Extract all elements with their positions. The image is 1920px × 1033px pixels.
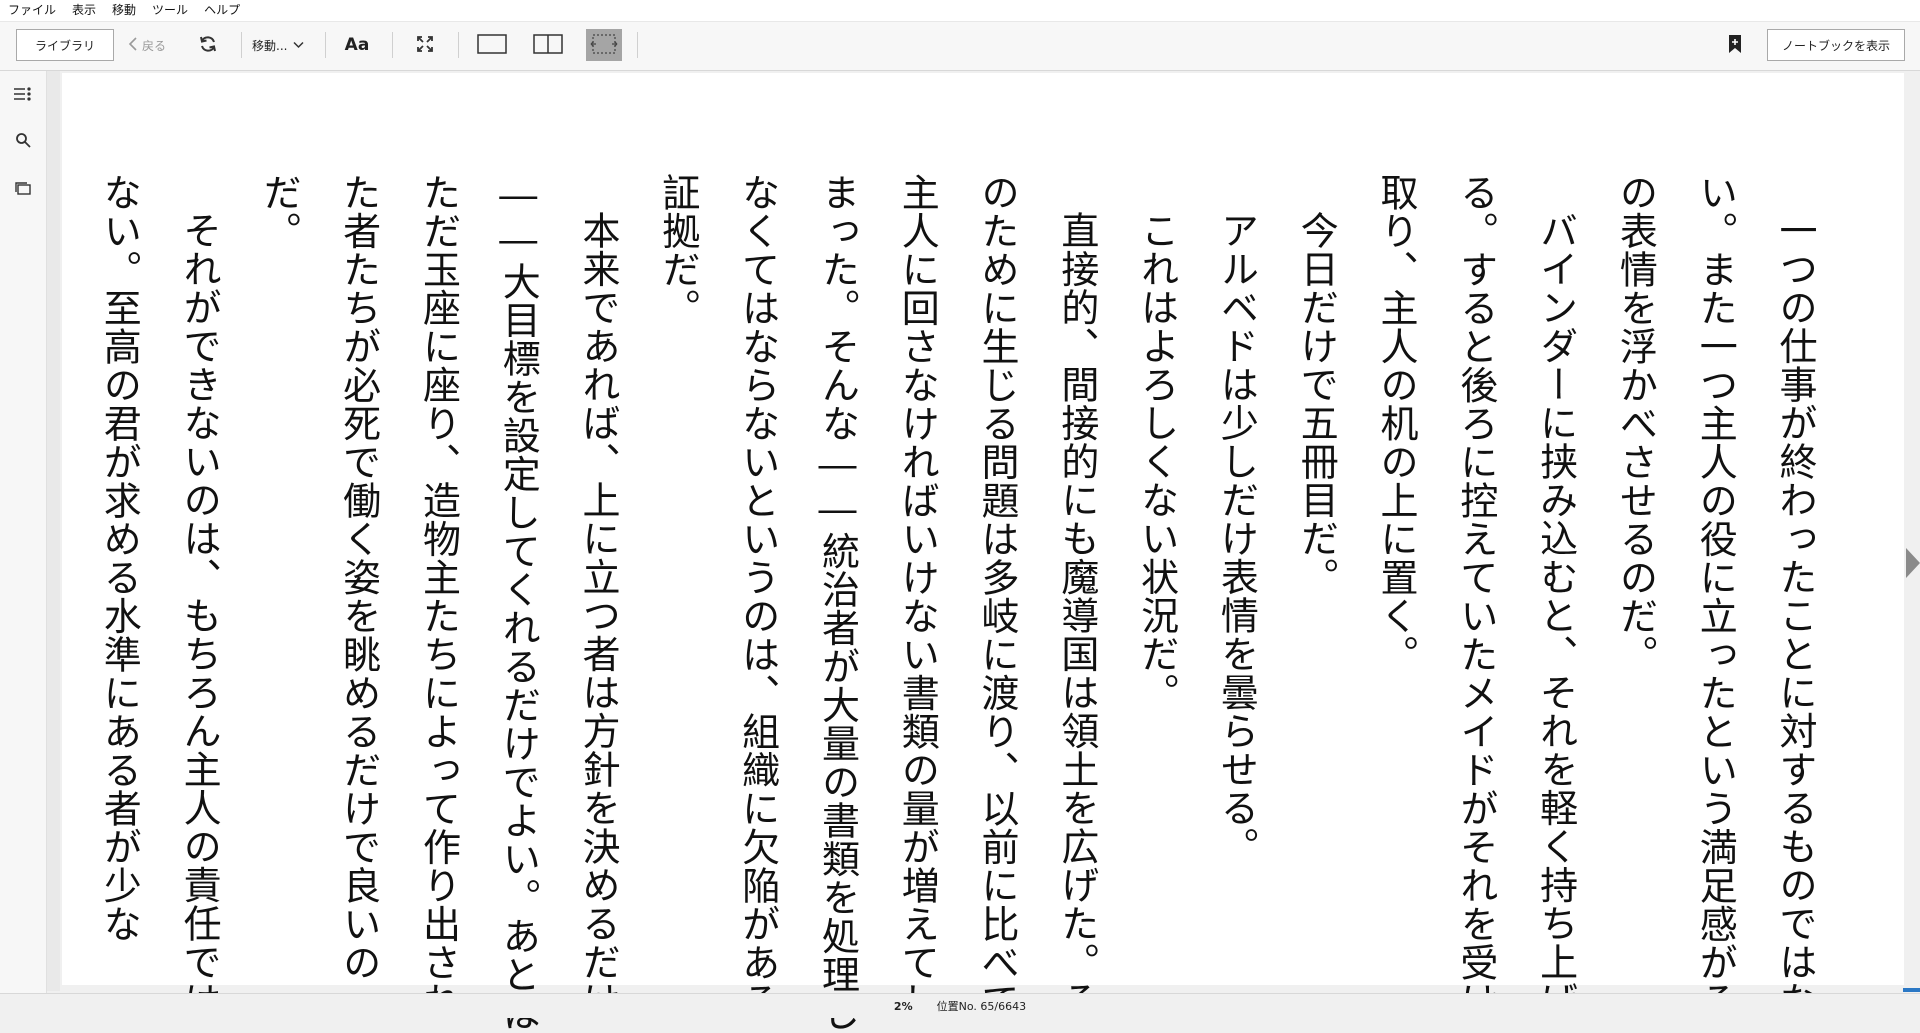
fullscreen-icon bbox=[416, 35, 434, 56]
add-bookmark-button[interactable] bbox=[1720, 30, 1750, 60]
left-sidebar bbox=[0, 71, 47, 993]
paragraph: 今日だけで五冊目だ。 bbox=[1294, 211, 1339, 596]
reading-progress-bar bbox=[1903, 988, 1920, 992]
toolbar-separator bbox=[325, 32, 326, 58]
toolbar-separator bbox=[637, 32, 638, 58]
toolbar-separator bbox=[241, 32, 242, 58]
menu-view[interactable]: 表示 bbox=[64, 0, 104, 21]
page-gutter bbox=[47, 71, 60, 991]
chevron-left-icon bbox=[128, 36, 138, 54]
goto-dropdown[interactable]: 移動... bbox=[252, 30, 304, 60]
two-page-icon bbox=[533, 33, 563, 57]
continuous-scroll-icon bbox=[589, 33, 619, 58]
flashcards-button[interactable] bbox=[10, 177, 36, 203]
back-button[interactable]: 戻る bbox=[128, 30, 166, 60]
progress-percent: 2% bbox=[893, 999, 913, 1013]
refresh-button[interactable] bbox=[193, 30, 223, 60]
menu-go[interactable]: 移動 bbox=[104, 0, 144, 21]
paragraph: アルベドは少しだけ表情を曇らせる。 bbox=[1214, 211, 1259, 866]
back-button-label: 戻る bbox=[142, 38, 167, 53]
fullscreen-button[interactable] bbox=[410, 30, 440, 60]
library-button-label: ライブラリ bbox=[34, 38, 95, 53]
chevron-down-icon bbox=[293, 38, 304, 52]
menu-file[interactable]: ファイル bbox=[0, 0, 64, 21]
toc-icon bbox=[13, 86, 33, 106]
reading-page[interactable]: 一つの仕事が終わったことに対するものではない。また一つ主人の役に立ったという満足… bbox=[62, 73, 1904, 1032]
menu-tools[interactable]: ツール bbox=[144, 0, 196, 21]
toolbar: ライブラリ 戻る 移動... Aa ノートブックを表示 bbox=[0, 22, 1920, 71]
flashcards-icon bbox=[14, 180, 32, 200]
refresh-icon bbox=[198, 34, 218, 57]
location-indicator: 位置No. 65/6643 bbox=[936, 1000, 1027, 1013]
single-page-icon bbox=[477, 33, 507, 57]
paragraph: それができないのは、もちろん主人の責任ではない。至高の君が求める水準にある者が少… bbox=[97, 173, 222, 1020]
paragraph: 一つの仕事が終わったことに対するものではない。また一つ主人の役に立ったという満足… bbox=[1613, 173, 1817, 1020]
two-page-view-button[interactable] bbox=[530, 30, 566, 60]
font-settings-button[interactable]: Aa bbox=[342, 30, 372, 60]
vertical-text-body: 一つの仕事が終わったことに対するものではない。また一つ主人の役に立ったという満足… bbox=[78, 173, 1834, 1033]
menu-help[interactable]: ヘルプ bbox=[196, 0, 248, 21]
status-bar: 2% 位置No. 65/6643 bbox=[0, 993, 1920, 1018]
search-icon bbox=[15, 132, 31, 152]
single-page-view-button[interactable] bbox=[474, 30, 510, 60]
search-button[interactable] bbox=[10, 129, 36, 155]
menu-bar: ファイル 表示 移動 ツール ヘルプ bbox=[0, 0, 1920, 22]
paragraph: 本来であれば、上に立つ者は方針を決めるだけ――大目標を設定してくれるだけでよい。… bbox=[256, 173, 621, 1032]
goto-label: 移動... bbox=[252, 38, 288, 53]
bookmark-add-icon bbox=[1728, 34, 1742, 57]
next-page-arrow-icon[interactable] bbox=[1906, 548, 1920, 578]
show-notebook-button[interactable]: ノートブックを表示 bbox=[1767, 29, 1905, 61]
paragraph: バインダーに挟み込むと、それを軽く持ち上げる。すると後ろに控えていたメイドがそれ… bbox=[1374, 173, 1578, 1020]
toolbar-separator bbox=[392, 32, 393, 58]
font-settings-label: Aa bbox=[344, 35, 370, 55]
paragraph: これはよろしくない状況だ。 bbox=[1134, 211, 1179, 712]
toc-button[interactable] bbox=[10, 83, 36, 109]
continuous-view-button[interactable] bbox=[586, 29, 622, 61]
paragraph: 直接的、間接的にも魔導国は領土を広げた。そのために生じる問題は多岐に渡り、以前に… bbox=[655, 173, 1099, 1032]
toolbar-separator bbox=[458, 32, 459, 58]
library-button[interactable]: ライブラリ bbox=[16, 29, 114, 61]
show-notebook-label: ノートブックを表示 bbox=[1781, 38, 1890, 53]
